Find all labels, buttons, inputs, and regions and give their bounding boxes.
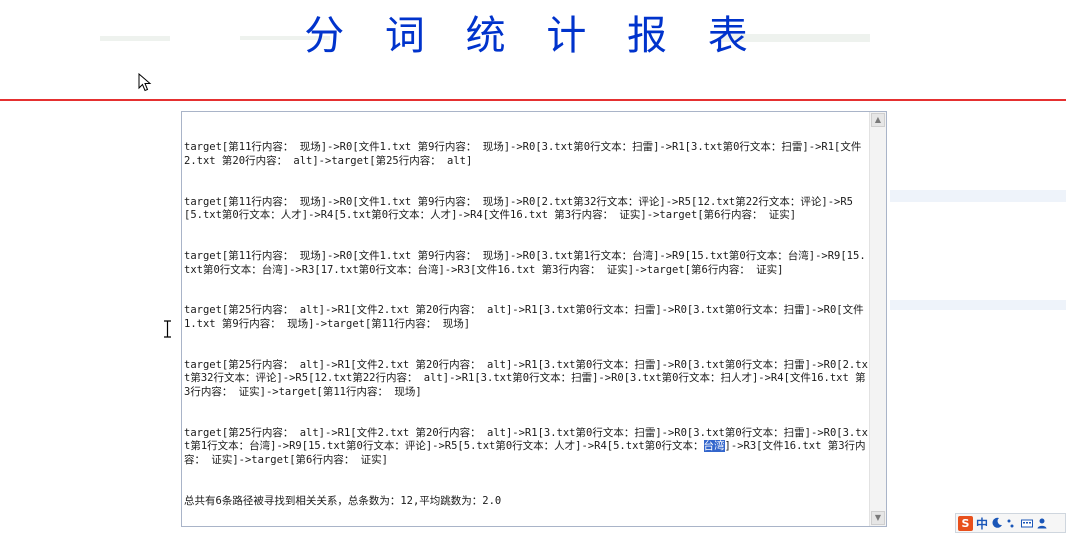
- punctuation-icon[interactable]: [1006, 517, 1018, 529]
- report-textarea[interactable]: target[第11行内容： 现场]->R0[文件1.txt 第9行内容： 现场…: [181, 111, 887, 527]
- page-title: 分 词 统 计 报 表: [304, 13, 762, 59]
- report-line: target[第11行内容： 现场]->R0[文件1.txt 第9行内容： 现场…: [184, 249, 866, 276]
- report-page: 分 词 统 计 报 表 target[第11行内容： 现场]->R0[文件1.t…: [0, 0, 1066, 538]
- ime-logo-icon[interactable]: S: [958, 515, 973, 531]
- user-icon[interactable]: [1036, 517, 1048, 529]
- background-artifact: [890, 300, 1066, 310]
- mouse-pointer-icon: [138, 73, 152, 92]
- vertical-scrollbar[interactable]: ▲ ▼: [869, 112, 886, 526]
- moon-icon[interactable]: [991, 517, 1003, 529]
- background-artifact: [890, 190, 1066, 202]
- report-summary: 总共有6条路径被寻找到相关关系，总条数为：12,平均跳数为：2.0: [184, 494, 502, 507]
- report-line: target[第25行内容： alt]->R1[文件2.txt 第20行内容： …: [184, 427, 868, 468]
- report-line: target[第11行内容： 现场]->R0[文件1.txt 第9行内容： 现场…: [184, 141, 862, 167]
- text-cursor-icon: [164, 320, 171, 338]
- ime-toolbar[interactable]: S 中: [955, 513, 1066, 533]
- report-line: target[第25行内容： alt]->R1[文件2.txt 第20行内容： …: [184, 304, 864, 330]
- keyboard-icon[interactable]: [1021, 517, 1034, 529]
- report-line: target[第11行内容： 现场]->R0[文件1.txt 第9行内容： 现场…: [184, 195, 854, 222]
- report-line: target[第25行内容： alt]->R1[文件2.txt 第20行内容： …: [184, 358, 868, 398]
- scroll-down-icon[interactable]: ▼: [871, 511, 885, 525]
- scroll-up-icon[interactable]: ▲: [871, 113, 885, 127]
- report-text[interactable]: target[第11行内容： 现场]->R0[文件1.txt 第9行内容： 现场…: [184, 114, 868, 535]
- ime-mode-toggle[interactable]: 中: [976, 515, 988, 532]
- selected-text[interactable]: 台湾: [703, 440, 725, 453]
- title-divider: [0, 99, 1066, 101]
